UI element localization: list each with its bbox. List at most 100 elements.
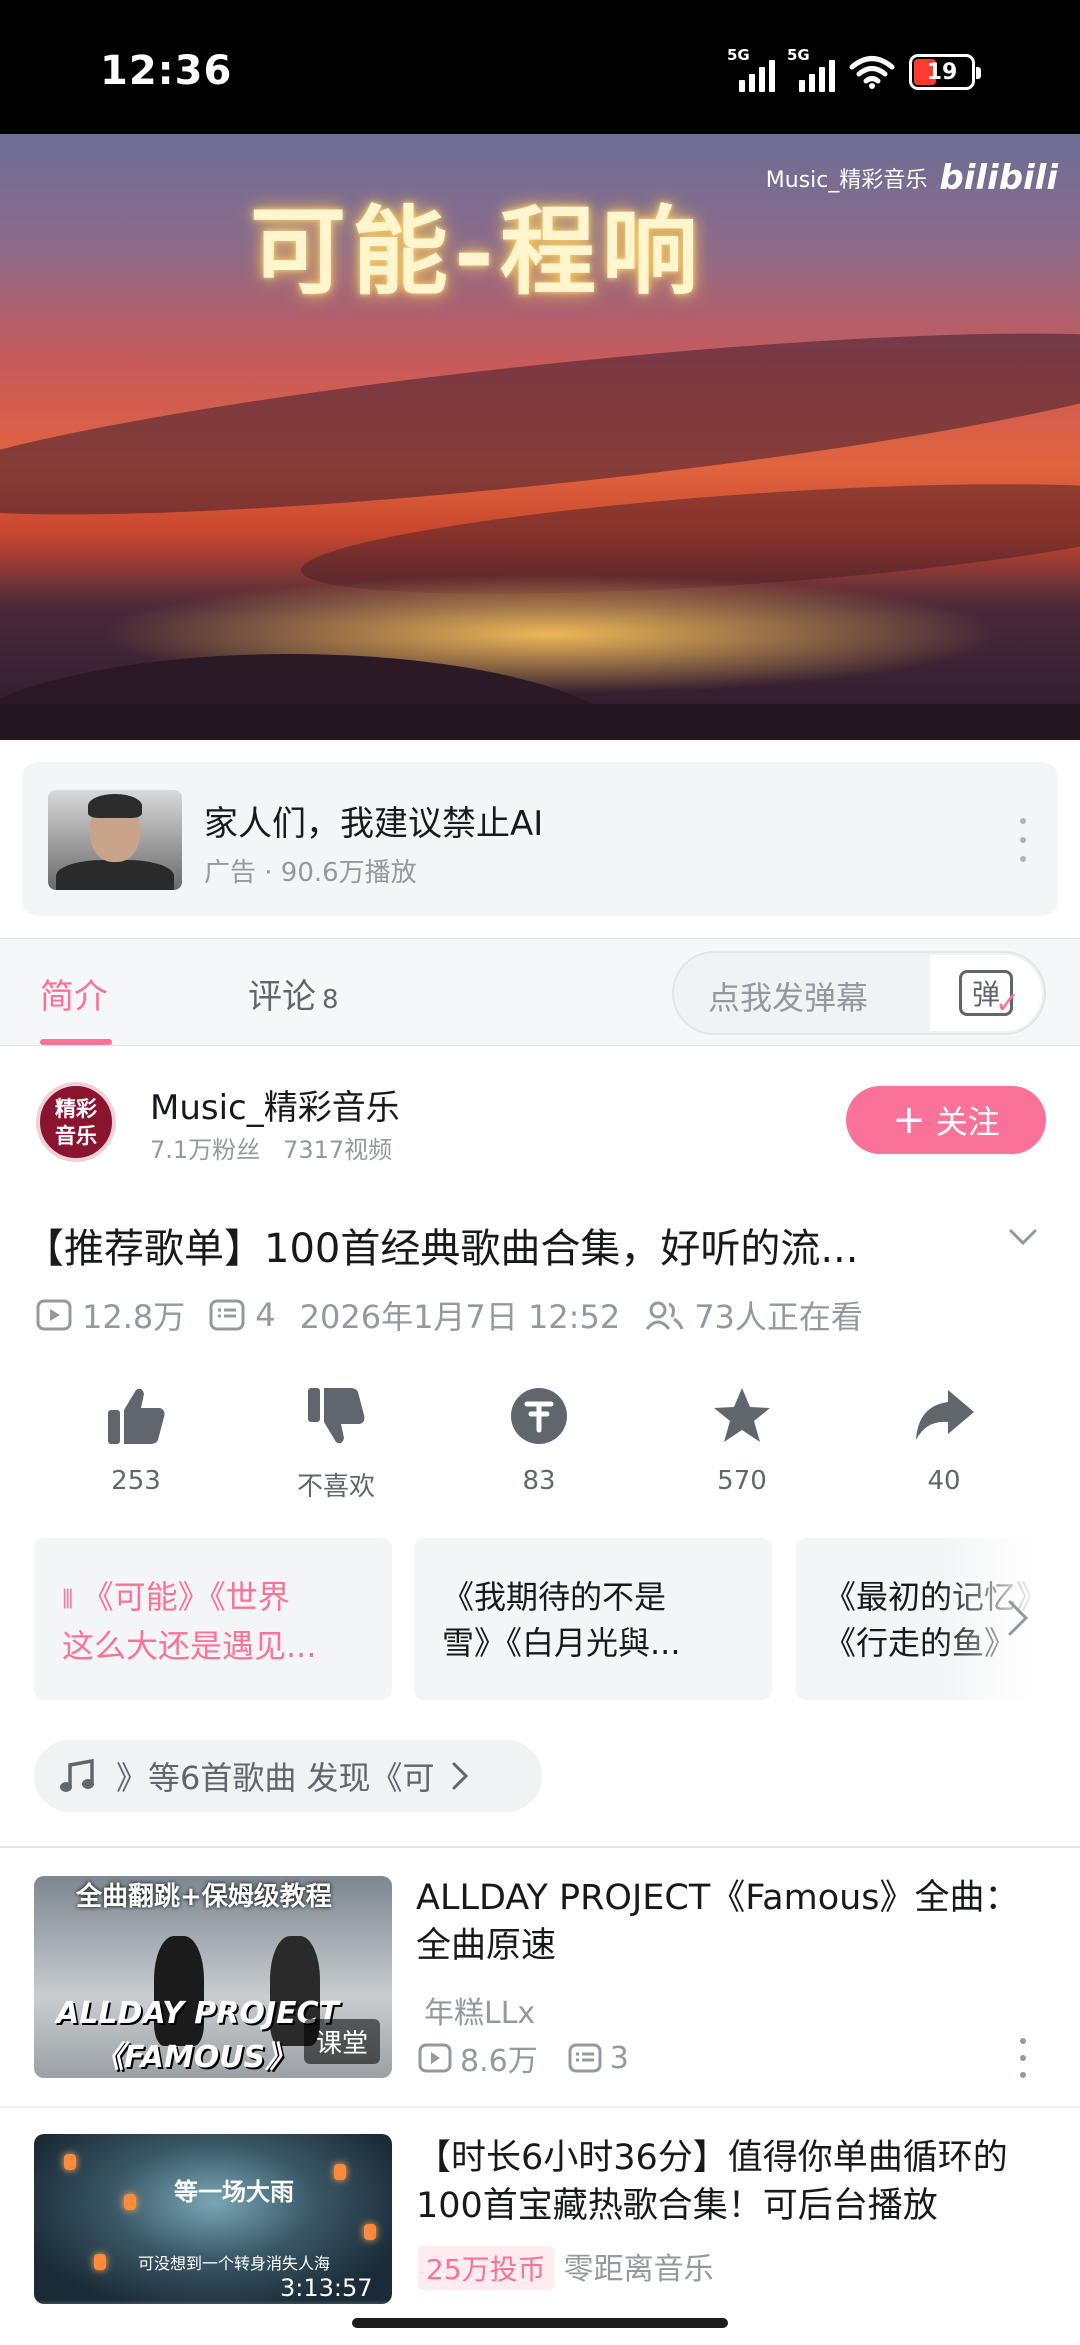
watching-count: 73人正在看 <box>694 1298 863 1336</box>
playing-bars-icon: ⦀ <box>62 1585 82 1615</box>
video-watermark: Music_精彩音乐 bilibili <box>766 158 1058 198</box>
avatar-text-line2: 音乐 <box>55 1124 97 1148</box>
dislike-button[interactable]: 不喜欢 <box>266 1384 406 1503</box>
home-indicator[interactable] <box>352 2318 728 2328</box>
ad-card[interactable]: 家人们，我建议禁止AI 广告 · 90.6万播放 <box>22 762 1058 916</box>
network-type-label: 5G <box>787 46 810 64</box>
video-player[interactable]: 可能-程响 Music_精彩音乐 bilibili <box>0 134 1080 740</box>
dislike-label: 不喜欢 <box>296 1472 375 1502</box>
thumb-caption-top: 等一场大雨 <box>174 2178 294 2206</box>
rec-stats-1: 8.6万 3 <box>418 2036 629 2080</box>
rec-thumbnail-2[interactable]: 等一场大雨 可没想到一个转身消失人海 3:13:57 <box>34 2134 392 2304</box>
video-meta-row: 12.8万 4 2026年1月7日 12:52 73人正在看 <box>36 1292 863 1338</box>
play-count-icon <box>418 2043 452 2073</box>
favorite-count: 570 <box>717 1466 767 1496</box>
course-badge: 课堂 <box>303 2019 380 2064</box>
danmaku-count-icon <box>209 1299 245 1331</box>
chevron-right-icon[interactable] <box>1004 1598 1032 1638</box>
play-count: 12.8万 <box>82 1298 186 1336</box>
thumb-caption-bottom: 《FAMOUS》 <box>94 2040 296 2075</box>
like-button[interactable]: 253 <box>66 1384 206 1496</box>
danmaku-count-icon <box>568 2043 602 2073</box>
uploader-name[interactable]: Music_精彩音乐 <box>150 1080 400 1129</box>
rec-title-1[interactable]: ALLDAY PROJECT《Famous》全曲：全曲原速 <box>416 1874 1040 1970</box>
follow-button[interactable]: + 关注 <box>846 1086 1046 1154</box>
coin-icon <box>511 1388 567 1444</box>
battery-icon: 19 <box>909 54 981 90</box>
uploader-videos: 7317视频 <box>283 1136 393 1164</box>
video-duration: 3:13:57 <box>280 2274 373 2302</box>
publish-date: 2026年1月7日 12:52 <box>299 1298 621 1336</box>
active-tab-indicator <box>40 1039 112 1045</box>
watermark-channel: Music_精彩音乐 <box>765 168 928 193</box>
cellular-signal-icon: 5G <box>727 46 775 92</box>
song-chip-2-line2: 雪》《白月光與... <box>442 1624 681 1662</box>
rec-plays-1: 8.6万 <box>460 2044 538 2079</box>
danmaku-count: 4 <box>255 1296 276 1334</box>
share-button[interactable]: 40 <box>874 1384 1014 1496</box>
danmaku-toggle-button[interactable]: 弹 ✓ <box>930 955 1042 1031</box>
thumb-caption-top: 全曲翻跳+保姆级教程 <box>76 1882 332 1912</box>
thumb-caption-mid: 可没想到一个转身消失人海 <box>138 2254 331 2273</box>
coin-tag: 25万投币 <box>418 2246 554 2290</box>
star-icon <box>714 1388 770 1442</box>
song-chip-2[interactable]: 《我期待的不是 雪》《白月光與... <box>414 1538 772 1700</box>
play-count-icon <box>36 1299 72 1331</box>
tab-intro[interactable]: 简介 <box>40 969 108 1018</box>
coin-count: 83 <box>522 1466 556 1496</box>
rec-thumbnail-1[interactable]: 全曲翻跳+保姆级教程 ALLDAY PROJECT 《FAMOUS》 课堂 <box>34 1876 392 2078</box>
share-count: 40 <box>927 1466 961 1496</box>
tab-comments-label: 评论 <box>248 977 316 1017</box>
more-options-icon[interactable] <box>1018 2038 1028 2078</box>
share-icon <box>916 1390 974 1440</box>
music-discovery-pill[interactable]: 》等6首歌曲 发现《可 <box>34 1740 542 1812</box>
avatar-text-line1: 精彩 <box>55 1097 97 1121</box>
video-overlay-title: 可能-程响 <box>250 195 704 308</box>
more-options-icon[interactable] <box>1008 818 1038 862</box>
tab-comments[interactable]: 评论 8 <box>248 969 339 1018</box>
thumb-caption-mid: ALLDAY PROJECT <box>56 1996 340 2031</box>
chevron-down-icon[interactable] <box>1008 1222 1038 1252</box>
battery-level: 19 <box>926 60 958 85</box>
song-chip-1-line1: 《可能》《世界 <box>81 1578 290 1616</box>
music-pill-text: 》等6首歌曲 发现《可 <box>116 1759 435 1797</box>
uploader-stats: 7.1万粉丝 7317视频 <box>150 1130 392 1165</box>
status-icons: 5G 5G 19 <box>727 46 981 92</box>
status-bar: 12:36 5G 5G 19 <box>0 0 1080 134</box>
network-type-label: 5G <box>727 46 750 64</box>
ad-title: 家人们，我建议禁止AI <box>204 804 544 844</box>
tabs-bar: 简介 评论 8 点我发弹幕 弹 ✓ <box>0 938 1080 1046</box>
danmaku-icon: 弹 ✓ <box>959 970 1020 1021</box>
song-chip-1-line2: 这么大还是遇见... <box>62 1627 317 1665</box>
danmaku-placeholder: 点我发弹幕 <box>708 979 869 1017</box>
song-chip-2-line1: 《我期待的不是 <box>442 1578 667 1616</box>
rec-author-2[interactable]: 零距离音乐 <box>564 2252 714 2287</box>
uploader-avatar[interactable]: 精彩 音乐 <box>36 1082 116 1162</box>
action-bar: 253 不喜欢 83 570 40 <box>0 1384 1080 1504</box>
rec-author-1[interactable]: 年糕LLx <box>424 1988 535 2032</box>
follow-label: 关注 <box>935 1103 1000 1141</box>
music-note-icon <box>60 1758 94 1792</box>
status-time: 12:36 <box>100 48 233 94</box>
video-title: 【推荐歌单】100首经典歌曲合集，好听的流... <box>24 1226 859 1272</box>
ad-meta: 广告 · 90.6万播放 <box>204 858 417 888</box>
watching-icon <box>646 1301 684 1330</box>
coin-button[interactable]: 83 <box>469 1384 609 1496</box>
chevron-right-icon <box>452 1762 468 1790</box>
thumbs-up-icon <box>108 1388 165 1444</box>
uploader-fans: 7.1万粉丝 <box>150 1136 261 1164</box>
favorite-button[interactable]: 570 <box>672 1384 812 1496</box>
bilibili-logo: bilibili <box>939 158 1058 198</box>
song-chip-1[interactable]: ⦀ 《可能》《世界 这么大还是遇见... <box>34 1538 392 1700</box>
rec-separator <box>0 2106 1080 2108</box>
thumbs-down-icon <box>308 1388 365 1444</box>
plus-icon: + <box>892 1097 926 1143</box>
like-count: 253 <box>111 1466 161 1496</box>
rec-title-2[interactable]: 【时长6小时36分】值得你单曲循环的100首宝藏热歌合集！可后台播放 <box>416 2134 1040 2230</box>
section-divider <box>0 1846 1080 1848</box>
comments-count: 8 <box>322 985 339 1015</box>
cellular-signal-icon: 5G <box>787 46 835 92</box>
danmaku-input[interactable]: 点我发弹幕 弹 ✓ <box>672 951 1046 1035</box>
rec-danmaku-1: 3 <box>609 2040 629 2076</box>
ad-thumbnail <box>48 790 182 890</box>
